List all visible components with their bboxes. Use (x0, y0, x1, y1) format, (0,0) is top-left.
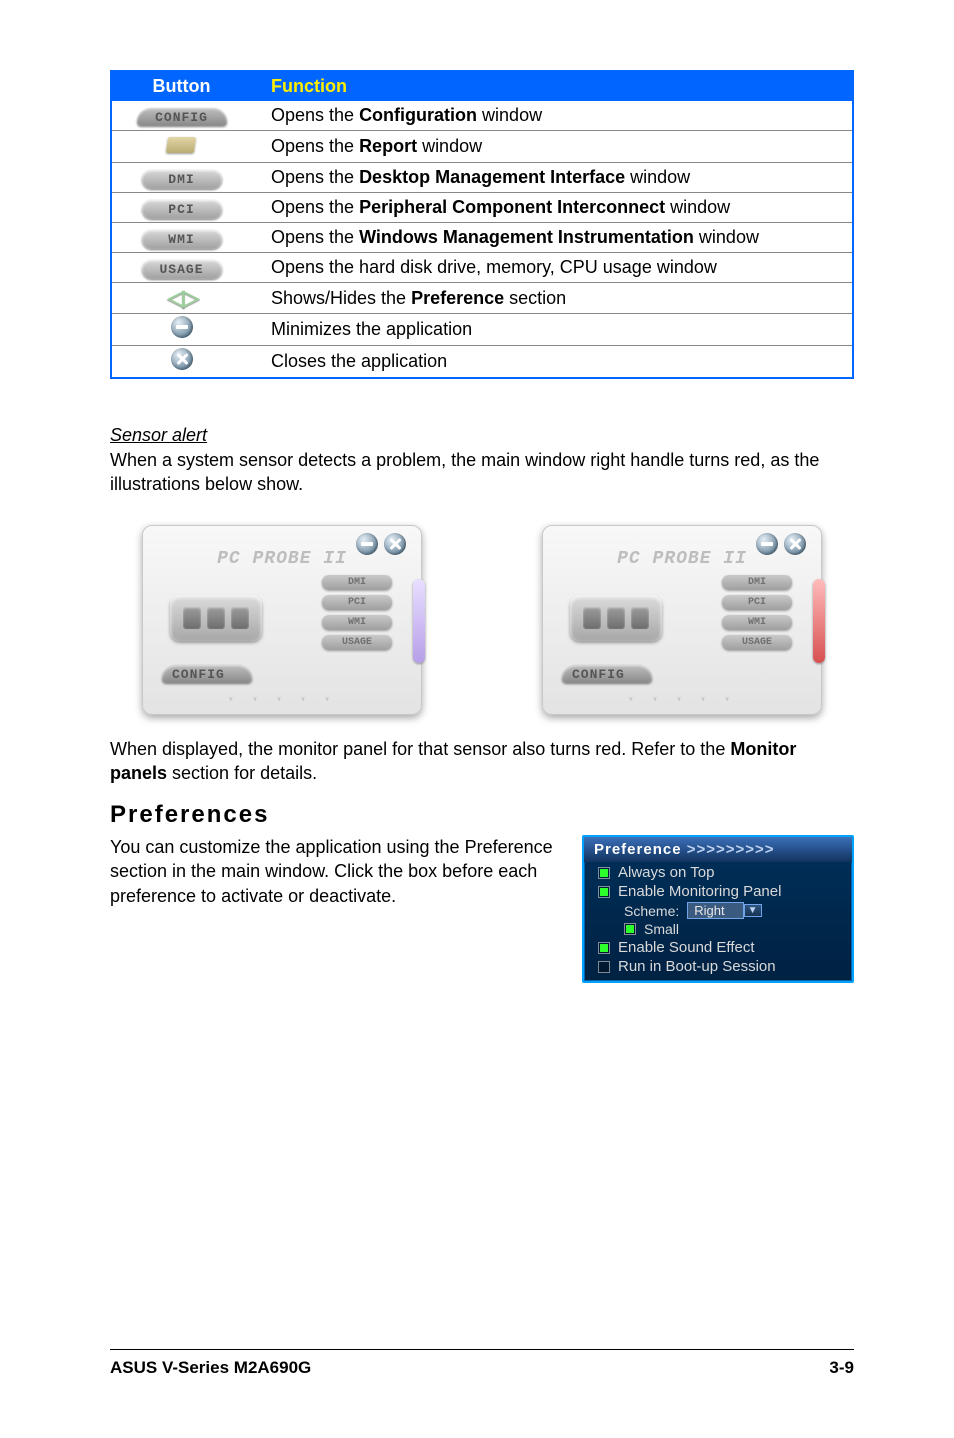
pref-small[interactable]: Small (584, 919, 852, 937)
function-cell: Minimizes the application (251, 314, 853, 346)
config-tab: CONFIG (162, 665, 252, 683)
probe-panel-normal: PC PROBE II DMIPCIWMIUSAGE CONFIG ▾ ▾ ▾ … (142, 525, 422, 715)
button-cell (111, 314, 251, 346)
probe-panel-alert: PC PROBE II DMIPCIWMIUSAGE CONFIG ▾ ▾ ▾ … (542, 525, 822, 715)
left-right-arrows-icon: ◁ ▷ (168, 285, 196, 310)
handle-normal (413, 579, 425, 663)
button-cell: PCI (111, 193, 251, 223)
function-cell: Opens the hard disk drive, memory, CPU u… (251, 253, 853, 283)
table-row: CONFIG Opens the Configuration window (111, 101, 853, 131)
dmi-button-icon: DMI (142, 170, 222, 189)
table-row: USAGE Opens the hard disk drive, memory, … (111, 253, 853, 283)
table-row: DMI Opens the Desktop Management Interfac… (111, 163, 853, 193)
probe-chip-wmi: WMI (722, 615, 792, 630)
preferences-heading: Preferences (110, 801, 854, 829)
wmi-button-icon: WMI (142, 230, 222, 249)
checkbox-icon[interactable] (598, 867, 610, 879)
button-cell (111, 346, 251, 379)
preference-header: Preference >>>>>>>>> (584, 837, 852, 862)
probe-gauge (570, 595, 662, 641)
after-probe-text: When displayed, the monitor panel for th… (110, 737, 854, 786)
handle-alert (813, 579, 825, 663)
table-row: Closes the application (111, 346, 853, 379)
function-cell: Opens the Desktop Management Interface w… (251, 163, 853, 193)
pref-enable-sound-effect[interactable]: Enable Sound Effect (584, 937, 852, 956)
table-row: Opens the Report window (111, 131, 853, 163)
table-row: PCI Opens the Peripheral Component Interc… (111, 193, 853, 223)
col-function: Function (251, 71, 853, 101)
probe-chip-usage: USAGE (722, 635, 792, 650)
function-cell: Shows/Hides the Preference section (251, 283, 853, 314)
pref-enable-monitoring-panel[interactable]: Enable Monitoring Panel (584, 881, 852, 900)
footer-right: 3-9 (829, 1358, 854, 1378)
checkbox-icon[interactable] (598, 961, 610, 973)
probe-chip-dmi: DMI (322, 575, 392, 590)
pref-always-on-top[interactable]: Always on Top (584, 862, 852, 881)
function-cell: Opens the Configuration window (251, 101, 853, 131)
button-cell: ◁ ▷ (111, 283, 251, 314)
col-button: Button (111, 71, 251, 101)
pref-scheme[interactable]: Scheme: Right ▼ (584, 900, 852, 919)
checkbox-icon[interactable] (598, 942, 610, 954)
config-tab-icon: CONFIG (137, 108, 227, 126)
checkbox-icon[interactable] (598, 886, 610, 898)
function-cell: Closes the application (251, 346, 853, 379)
footer-left: ASUS V-Series M2A690G (110, 1358, 311, 1378)
function-cell: Opens the Windows Management Instrumenta… (251, 223, 853, 253)
close-icon (171, 348, 193, 370)
probe-chip-dmi: DMI (722, 575, 792, 590)
probe-illustrations: PC PROBE II DMIPCIWMIUSAGE CONFIG ▾ ▾ ▾ … (110, 525, 854, 715)
probe-chip-usage: USAGE (322, 635, 392, 650)
sensor-alert-text: When a system sensor detects a problem, … (110, 448, 854, 497)
button-cell: WMI (111, 223, 251, 253)
button-cell: CONFIG (111, 101, 251, 131)
probe-chip-pci: PCI (322, 595, 392, 610)
page-footer: ASUS V-Series M2A690G 3-9 (0, 1349, 954, 1378)
minimize-icon (171, 316, 193, 338)
probe-gauge (170, 595, 262, 641)
probe-chip-pci: PCI (722, 595, 792, 610)
function-cell: Opens the Peripheral Component Interconn… (251, 193, 853, 223)
table-row: ◁ ▷ Shows/Hides the Preference section (111, 283, 853, 314)
table-row: Minimizes the application (111, 314, 853, 346)
preference-panel: Preference >>>>>>>>> Always on Top Enabl… (582, 835, 854, 983)
probe-chip-wmi: WMI (322, 615, 392, 630)
scheme-select-value[interactable]: Right (687, 902, 743, 919)
report-folder-icon (165, 133, 199, 155)
probe-title: PC PROBE II (142, 549, 422, 569)
config-tab: CONFIG (562, 665, 652, 683)
probe-title: PC PROBE II (542, 549, 822, 569)
sensor-alert-heading: Sensor alert (110, 425, 854, 446)
pref-run-in-bootup[interactable]: Run in Boot-up Session (584, 956, 852, 975)
button-function-table: Button Function CONFIG Opens the Configur… (110, 70, 854, 379)
pci-button-icon: PCI (142, 200, 222, 219)
preferences-text: You can customize the application using … (110, 835, 558, 908)
button-cell (111, 131, 251, 163)
chevron-down-icon[interactable]: ▼ (744, 904, 762, 917)
table-row: WMI Opens the Windows Management Instrume… (111, 223, 853, 253)
usage-button-icon: USAGE (142, 260, 222, 279)
button-cell: DMI (111, 163, 251, 193)
button-cell: USAGE (111, 253, 251, 283)
checkbox-icon[interactable] (624, 923, 636, 935)
function-cell: Opens the Report window (251, 131, 853, 163)
